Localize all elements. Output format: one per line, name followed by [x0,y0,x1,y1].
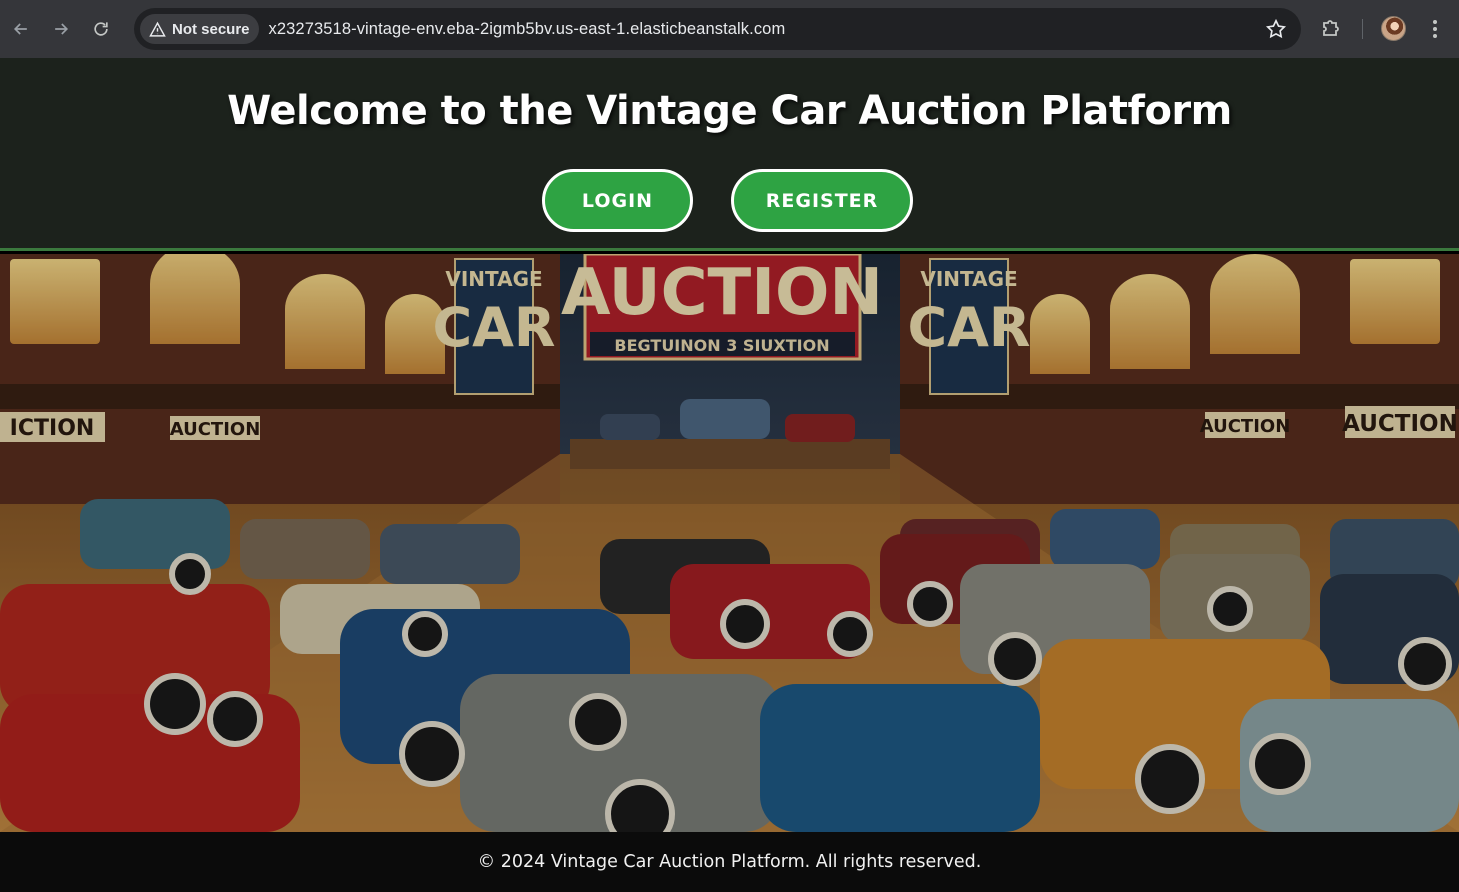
star-icon [1265,18,1287,39]
puzzle-icon [1323,20,1339,36]
url-text[interactable]: x23273518-vintage-env.eba-2igmb5bv.us-ea… [269,20,786,39]
reload-button[interactable] [88,16,114,42]
site-header: Welcome to the Vintage Car Auction Platf… [0,58,1459,251]
login-button[interactable]: LOGIN [542,169,693,232]
address-bar[interactable]: Not secure x23273518-vintage-env.eba-2ig… [134,8,1301,50]
browser-toolbar: Not secure x23273518-vintage-env.eba-2ig… [0,0,1459,58]
security-label: Not secure [172,20,250,38]
page-title: Welcome to the Vintage Car Auction Platf… [227,88,1232,134]
avatar[interactable] [1381,16,1406,41]
warning-triangle-icon [149,21,166,37]
auction-hall-illustration: ICTION AUCTION AUCTION AUCTION VINTAGE C… [0,254,1459,832]
site-security-chip[interactable]: Not secure [140,14,259,44]
hero-image: ICTION AUCTION AUCTION AUCTION VINTAGE C… [0,254,1459,832]
bookmark-button[interactable] [1265,18,1287,40]
back-button[interactable] [8,16,34,42]
arrow-left-icon [13,23,27,35]
kebab-menu-icon[interactable] [1426,16,1444,42]
toolbar-divider [1362,19,1363,39]
forward-button[interactable] [48,16,74,42]
register-button[interactable]: REGISTER [731,169,913,232]
extensions-button[interactable] [1320,16,1344,40]
site-footer: © 2024 Vintage Car Auction Platform. All… [0,832,1459,892]
reload-icon [94,22,108,36]
arrow-right-icon [55,23,69,35]
copyright-text: © 2024 Vintage Car Auction Platform. All… [477,852,982,872]
